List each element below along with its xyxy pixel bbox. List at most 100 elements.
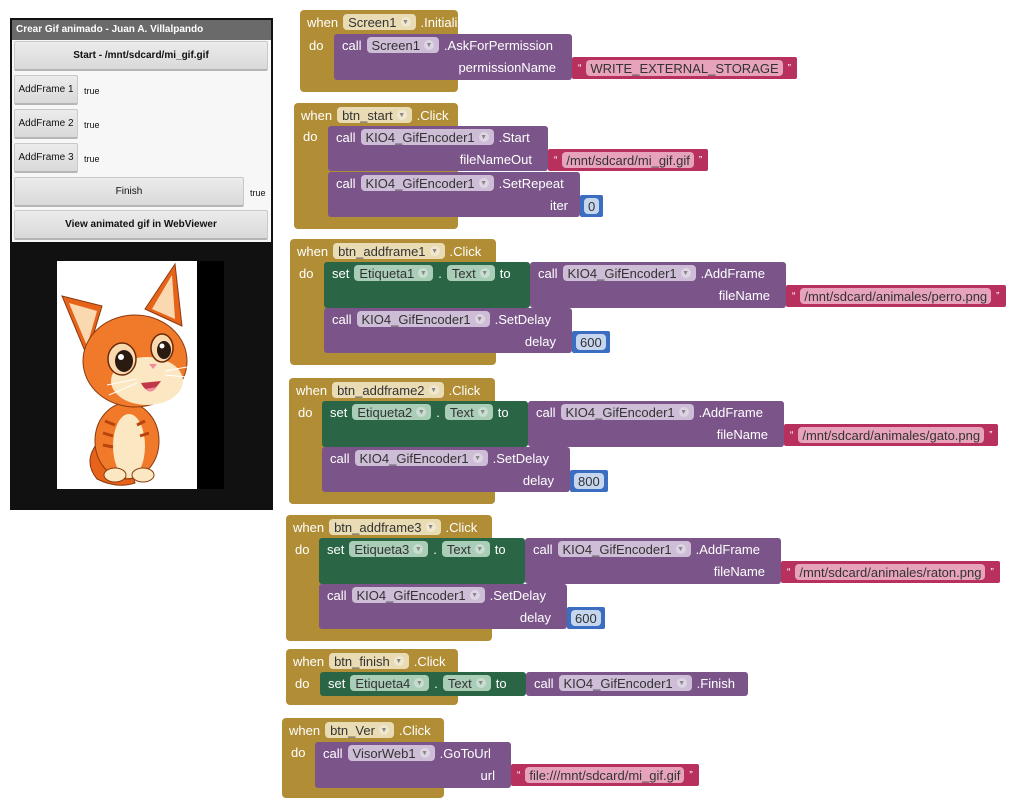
component-dropdown[interactable]: KIO4_GifEncoder1 ▼ — [557, 541, 691, 557]
text-literal[interactable]: “ WRITE_EXTERNAL_STORAGE ” — [572, 57, 797, 79]
finish-button[interactable]: Finish — [14, 177, 244, 207]
number-value[interactable]: 0 — [584, 198, 600, 214]
call-finish[interactable]: call KIO4_GifEncoder1 ▼ .Finish — [526, 672, 748, 696]
text-literal[interactable]: “ /mnt/sdcard/animales/gato.png ” — [784, 424, 999, 446]
cat-illustration — [61, 262, 188, 486]
component-dropdown[interactable]: btn_addframe1 ▼ — [333, 243, 445, 259]
call-keyword: call — [538, 265, 558, 281]
dropdown-arrow-icon: ▼ — [396, 110, 407, 120]
component-dropdown[interactable]: btn_Ver ▼ — [325, 722, 394, 738]
do-keyword: do — [295, 542, 310, 557]
param-name: fileName — [718, 288, 770, 303]
number-value[interactable]: 600 — [571, 610, 601, 626]
component-dropdown[interactable]: Etiqueta3 ▼ — [349, 541, 429, 557]
set-etiqueta1-text[interactable]: set Etiqueta1 ▼ . Text ▼ to — [324, 262, 530, 308]
dropdown-arrow-icon: ▼ — [474, 544, 485, 554]
component-dropdown[interactable]: KIO4_GifEncoder1 ▼ — [360, 129, 494, 145]
dot: . — [434, 675, 438, 691]
addframe2-button[interactable]: AddFrame 2 — [14, 109, 78, 139]
dropdown-arrow-icon: ▼ — [477, 407, 488, 417]
set-etiqueta4-text[interactable]: set Etiqueta4 ▼ . Text ▼ to — [320, 672, 526, 696]
component-dropdown[interactable]: KIO4_GifEncoder1 ▼ — [351, 587, 485, 603]
set-etiqueta2-text[interactable]: set Etiqueta2 ▼ . Text ▼ to — [322, 401, 528, 447]
property-dropdown[interactable]: Text ▼ — [442, 675, 491, 691]
param-name: fileNameOut — [459, 152, 532, 167]
component-dropdown[interactable]: KIO4_GifEncoder1 ▼ — [558, 675, 692, 691]
text-value[interactable]: file:///mnt/sdcard/mi_gif.gif — [525, 767, 685, 783]
event-name: .Click — [416, 107, 449, 123]
property-dropdown[interactable]: Text ▼ — [444, 404, 493, 420]
call-setdelay[interactable]: call KIO4_GifEncoder1 ▼ .SetDelay delay — [322, 447, 570, 492]
event-name: .Click — [449, 243, 482, 259]
component-dropdown[interactable]: Screen1 ▼ — [343, 14, 416, 30]
set-keyword: set — [327, 541, 345, 557]
component-dropdown[interactable]: btn_finish ▼ — [329, 653, 409, 669]
call-setdelay[interactable]: call KIO4_GifEncoder1 ▼ .SetDelay delay — [324, 308, 572, 353]
dropdown-arrow-icon: ▼ — [474, 314, 485, 324]
method-name: .Start — [498, 129, 530, 145]
component-dropdown[interactable]: VisorWeb1 ▼ — [347, 745, 435, 761]
to-keyword: to — [497, 404, 509, 420]
component-dropdown[interactable]: Etiqueta1 ▼ — [354, 265, 434, 281]
set-etiqueta3-text[interactable]: set Etiqueta3 ▼ . Text ▼ to — [319, 538, 525, 584]
text-value[interactable]: /mnt/sdcard/animales/gato.png — [798, 427, 985, 443]
view-gif-button[interactable]: View animated gif in WebViewer — [14, 210, 268, 240]
label-3: true — [84, 154, 100, 164]
call-setrepeat[interactable]: call KIO4_GifEncoder1 ▼ .SetRepeat iter — [328, 172, 580, 217]
event-name: .Initialize — [420, 14, 472, 30]
text-literal[interactable]: “ file:///mnt/sdcard/mi_gif.gif ” — [511, 764, 699, 786]
component-dropdown[interactable]: KIO4_GifEncoder1 ▼ — [356, 311, 490, 327]
call-addframe[interactable]: call KIO4_GifEncoder1 ▼ .AddFrame fileNam… — [528, 401, 784, 447]
do-keyword: do — [299, 266, 314, 281]
number-literal[interactable]: 800 — [570, 470, 608, 492]
component-dropdown[interactable]: btn_addframe2 ▼ — [332, 382, 444, 398]
dropdown-arrow-icon: ▼ — [428, 385, 439, 395]
open-quote-icon: “ — [517, 769, 521, 781]
text-value[interactable]: /mnt/sdcard/animales/raton.png — [795, 564, 986, 580]
param-name: iter — [549, 198, 568, 213]
component-dropdown[interactable]: btn_start ▼ — [337, 107, 412, 123]
property-dropdown[interactable]: Text ▼ — [441, 541, 490, 557]
start-button[interactable]: Start - /mnt/sdcard/mi_gif.gif — [14, 41, 268, 71]
do-keyword: do — [303, 129, 318, 144]
number-literal[interactable]: 600 — [572, 331, 610, 353]
dropdown-arrow-icon: ▼ — [414, 678, 425, 688]
component-dropdown[interactable]: KIO4_GifEncoder1 ▼ — [560, 404, 694, 420]
component-dropdown[interactable]: Etiqueta2 ▼ — [352, 404, 432, 420]
component-dropdown[interactable]: KIO4_GifEncoder1 ▼ — [562, 265, 696, 281]
app-title: Crear Gif animado - Juan A. Villalpando — [12, 20, 271, 40]
component-dropdown[interactable]: Screen1 ▼ — [366, 37, 439, 53]
text-literal[interactable]: “ /mnt/sdcard/mi_gif.gif ” — [548, 149, 709, 171]
dropdown-arrow-icon: ▼ — [678, 407, 689, 417]
call-askforpermission[interactable]: call Screen1 ▼ .AskForPermission permissi… — [334, 34, 572, 80]
text-value[interactable]: WRITE_EXTERNAL_STORAGE — [586, 60, 783, 76]
call-gotourl[interactable]: call VisorWeb1 ▼ .GoToUrl url — [315, 742, 511, 788]
text-literal[interactable]: “ /mnt/sdcard/animales/perro.png ” — [786, 285, 1006, 307]
text-literal[interactable]: “ /mnt/sdcard/animales/raton.png ” — [781, 561, 1000, 583]
when-keyword: when — [293, 653, 325, 669]
addframe1-button[interactable]: AddFrame 1 — [14, 75, 78, 105]
text-value[interactable]: /mnt/sdcard/animales/perro.png — [800, 288, 992, 304]
call-start[interactable]: call KIO4_GifEncoder1 ▼ .Start fileNameOu… — [328, 126, 548, 171]
call-keyword: call — [332, 311, 352, 327]
addframe3-button[interactable]: AddFrame 3 — [14, 143, 78, 173]
number-literal[interactable]: 600 — [567, 607, 605, 629]
number-value[interactable]: 800 — [574, 473, 604, 489]
component-dropdown[interactable]: KIO4_GifEncoder1 ▼ — [360, 175, 494, 191]
call-keyword: call — [336, 129, 356, 145]
param-name: fileName — [716, 427, 768, 442]
component-dropdown[interactable]: Etiqueta4 ▼ — [350, 675, 430, 691]
method-name: .AskForPermission — [443, 37, 554, 53]
dropdown-arrow-icon: ▼ — [425, 522, 436, 532]
component-dropdown[interactable]: KIO4_GifEncoder1 ▼ — [354, 450, 488, 466]
text-value[interactable]: /mnt/sdcard/mi_gif.gif — [562, 152, 694, 168]
call-addframe[interactable]: call KIO4_GifEncoder1 ▼ .AddFrame fileNam… — [525, 538, 781, 584]
close-quote-icon: ” — [787, 62, 791, 74]
property-dropdown[interactable]: Text ▼ — [446, 265, 495, 281]
number-literal[interactable]: 0 — [580, 195, 604, 217]
method-name: .AddFrame — [695, 541, 760, 557]
component-dropdown[interactable]: btn_addframe3 ▼ — [329, 519, 441, 535]
number-value[interactable]: 600 — [576, 334, 606, 350]
call-setdelay[interactable]: call KIO4_GifEncoder1 ▼ .SetDelay delay — [319, 584, 567, 629]
call-addframe[interactable]: call KIO4_GifEncoder1 ▼ .AddFrame fileNam… — [530, 262, 786, 308]
